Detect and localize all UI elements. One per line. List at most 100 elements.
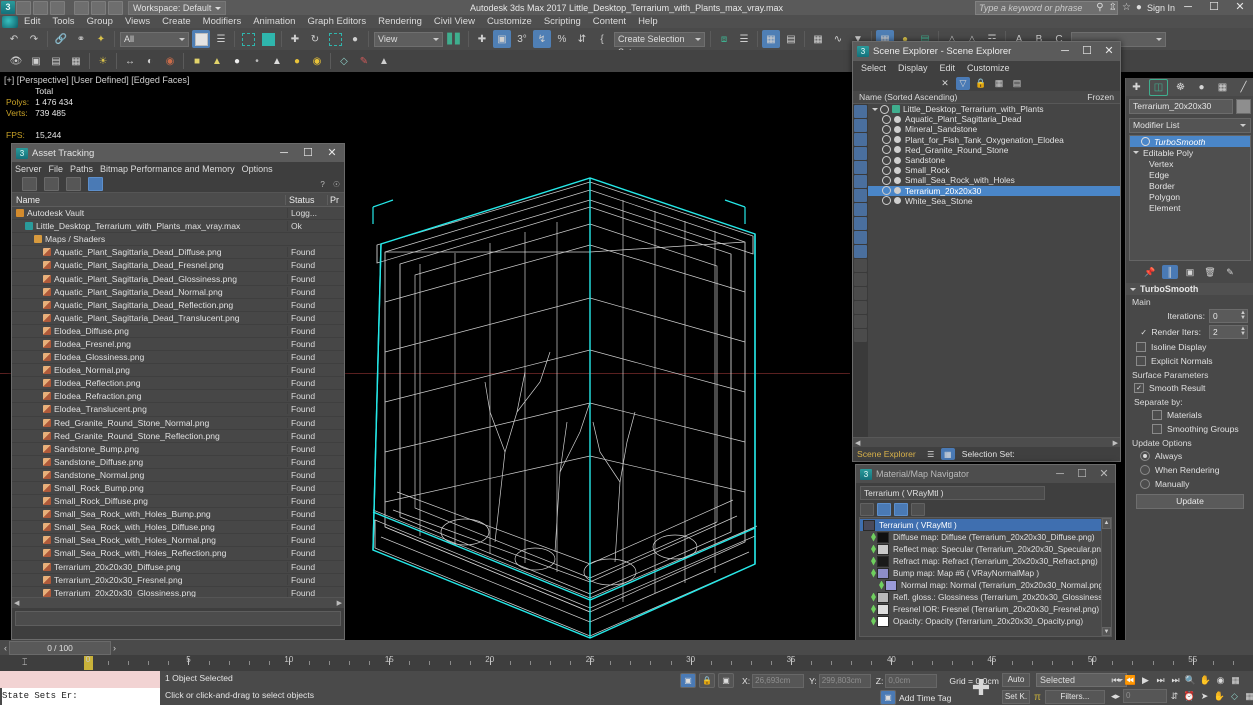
sort-icon[interactable] — [854, 301, 867, 314]
mmn-large-icons-view-icon[interactable] — [911, 502, 925, 516]
mmn-close-button[interactable]: ✕ — [1093, 465, 1115, 483]
smoothing-groups-checkbox[interactable] — [1152, 424, 1162, 434]
go-to-end-icon[interactable]: ⏭ — [1168, 673, 1183, 687]
list-item[interactable]: Plant_for_Fish_Tank_Oxygenation_Elodea — [868, 135, 1120, 145]
mmn-list-view-icon[interactable] — [860, 502, 874, 516]
table-row[interactable]: Elodea_Fresnel.png Found — [12, 338, 344, 352]
maximize-button[interactable]: ☐ — [1201, 0, 1227, 15]
mirror-icon[interactable]: ⧈ — [715, 30, 733, 48]
key-step-icon[interactable]: ◂▸ — [1108, 689, 1123, 703]
modifier-stack-item[interactable]: Element — [1130, 202, 1250, 213]
asset-tracking-list[interactable]: Autodesk Vault Logg... Little_Desktop_Terr… — [12, 207, 344, 597]
list-item[interactable]: Fresnel IOR: Fresnel (Terrarium_20x20x30… — [860, 603, 1111, 615]
sun-ring-icon[interactable]: ◉ — [308, 52, 326, 70]
list-item[interactable]: Refract map: Refract (Terrarium_20x20x30… — [860, 555, 1111, 567]
modifier-stack-item[interactable]: Editable Poly — [1130, 147, 1250, 158]
table-row[interactable]: Small_Sea_Rock_with_Holes_Normal.png Foun… — [12, 534, 344, 548]
modifier-stack-item[interactable]: Polygon — [1130, 191, 1250, 202]
display-xrefs-icon[interactable] — [854, 231, 867, 244]
create-selection-set-combo[interactable]: Create Selection Set: — [614, 31, 705, 57]
menu-item-customize[interactable]: Customize — [481, 15, 538, 28]
rectangular-selection-region-icon[interactable] — [239, 30, 257, 48]
mmn-scroll-up-icon[interactable]: ▲ — [1102, 518, 1111, 529]
display-all-icon[interactable] — [854, 105, 867, 118]
asset-tool-2-icon[interactable] — [44, 177, 59, 191]
asset-column-pr[interactable]: Pr — [327, 194, 344, 205]
viewport-label[interactable]: [+] [Perspective] [User Defined] [Edged … — [4, 75, 189, 85]
turbosmooth-rollout-header[interactable]: TurboSmooth — [1126, 283, 1253, 295]
undo-icon[interactable]: ↶ — [5, 30, 23, 48]
table-row[interactable]: Autodesk Vault Logg... — [12, 207, 344, 221]
percent-snap-toggle-icon[interactable]: ↯ — [533, 30, 551, 48]
selection-filter-combo[interactable]: All — [120, 31, 189, 47]
asset-column-status[interactable]: Status — [285, 194, 327, 205]
curve-editor-icon[interactable]: ▦ — [809, 30, 827, 48]
zoom-region-icon[interactable]: ➤ — [1197, 689, 1212, 703]
list-item[interactable]: Refl. gloss.: Glossiness (Terrarium_20x2… — [860, 591, 1111, 603]
save-file-button[interactable] — [50, 0, 65, 15]
menu-item-views[interactable]: Views — [119, 15, 156, 28]
table-row[interactable]: Red_Granite_Round_Stone_Reflection.png Fo… — [12, 430, 344, 443]
maximize-viewport-toggle-icon[interactable]: ▦ — [1242, 689, 1253, 703]
coord-z-field[interactable]: 0,0cm — [885, 673, 938, 688]
explicit-normals-row[interactable]: Explicit Normals — [1126, 354, 1253, 368]
table-row[interactable]: Aquatic_Plant_Sagittaria_Dead_Translucen… — [12, 312, 344, 325]
list-item[interactable]: Reflect map: Specular (Terrarium_20x20x3… — [860, 543, 1111, 555]
panel-icon-3[interactable]: ▦ — [67, 52, 85, 70]
use-pivot-point-center-icon[interactable]: ▋▋ — [446, 30, 464, 48]
angle-snap-toggle-icon[interactable]: 3° — [513, 30, 531, 48]
select-and-link-icon[interactable]: 🔗 — [52, 30, 70, 48]
auto-key-big-icon[interactable]: ✚ — [965, 674, 997, 702]
scene-explorer-tree[interactable]: Little_Desktop_Terrarium_with_Plants Aqua… — [868, 104, 1120, 437]
sign-in-button[interactable]: Sign In — [1147, 3, 1175, 13]
table-row[interactable]: Sandstone_Bump.png Found — [12, 443, 344, 456]
table-row[interactable]: Little_Desktop_Terrarium_with_Plants_max… — [12, 220, 344, 234]
unlink-selection-icon[interactable]: ⚭ — [72, 30, 90, 48]
schematic-view-icon[interactable]: ∿ — [829, 30, 847, 48]
list-item[interactable]: Bump map: Map #6 ( VRayNormalMap ) — [860, 567, 1111, 579]
menu-item-create[interactable]: Create — [156, 15, 197, 28]
scene-scroll-right-icon[interactable]: ▶ — [1113, 439, 1118, 447]
reference-coordinate-system-combo[interactable]: View — [374, 31, 443, 47]
smoothing-groups-row[interactable]: Smoothing Groups — [1126, 422, 1253, 436]
table-row[interactable]: Red_Granite_Round_Stone_Normal.png Found — [12, 417, 344, 430]
cone-light-icon[interactable]: ▲ — [268, 52, 286, 70]
explicit-normals-checkbox[interactable] — [1136, 356, 1146, 366]
render-iters-spinner[interactable]: 2 ▲ ▼ — [1209, 325, 1248, 339]
add-time-tag-icon[interactable]: ▣ — [880, 690, 896, 705]
update-always-row[interactable]: Always — [1126, 449, 1253, 463]
visibility-eye-icon[interactable] — [882, 165, 891, 175]
menu-item-scripting[interactable]: Scripting — [538, 15, 587, 28]
smooth-result-row[interactable]: ✓ Smooth Result — [1126, 381, 1253, 395]
trackbar-next-icon[interactable]: › — [113, 643, 116, 653]
square-yellow-icon[interactable]: ■ — [188, 52, 206, 70]
snaps-toggle-icon[interactable]: ▣ — [493, 30, 511, 48]
display-particles-icon[interactable] — [854, 245, 867, 258]
materials-row[interactable]: Materials — [1126, 408, 1253, 422]
table-row[interactable]: Aquatic_Plant_Sagittaria_Dead_Normal.png… — [12, 286, 344, 299]
menu-item-modifiers[interactable]: Modifiers — [197, 15, 248, 28]
configure-modifier-sets-icon[interactable]: ✎ — [1222, 265, 1238, 279]
scene-menu-select[interactable]: Select — [861, 63, 886, 73]
set-key-button[interactable]: Set K. — [1002, 690, 1030, 704]
redo-button[interactable] — [91, 0, 106, 15]
tab-motion[interactable]: ● — [1193, 80, 1210, 95]
update-always-radio[interactable] — [1140, 451, 1150, 461]
measure-icon[interactable]: ↔ — [121, 52, 139, 70]
panel-icon-1[interactable]: ▣ — [27, 52, 45, 70]
visibility-eye-icon[interactable] — [882, 196, 891, 206]
table-row[interactable]: Aquatic_Plant_Sagittaria_Dead_Glossiness… — [12, 272, 344, 286]
tab-utilities[interactable]: ╱ — [1235, 80, 1252, 95]
table-row[interactable]: Elodea_Translucent.png Found — [12, 403, 344, 417]
auto-key-button[interactable]: Auto — [1002, 673, 1030, 687]
list-item[interactable]: Normal map: Normal (Terrarium_20x20x30_N… — [860, 579, 1111, 591]
display-geometry-icon[interactable] — [854, 119, 867, 132]
redo-icon[interactable]: ↷ — [25, 30, 43, 48]
select-and-scale-icon[interactable] — [326, 30, 344, 48]
asset-menu-options[interactable]: Options — [242, 164, 273, 174]
table-row[interactable]: Sandstone_Diffuse.png Found — [12, 456, 344, 469]
panel-icon-2[interactable]: ▤ — [47, 52, 65, 70]
visibility-eye-icon[interactable] — [882, 186, 891, 196]
tab-create[interactable]: ✚ — [1128, 80, 1145, 95]
modifier-enable-eye-icon[interactable] — [1141, 137, 1150, 146]
